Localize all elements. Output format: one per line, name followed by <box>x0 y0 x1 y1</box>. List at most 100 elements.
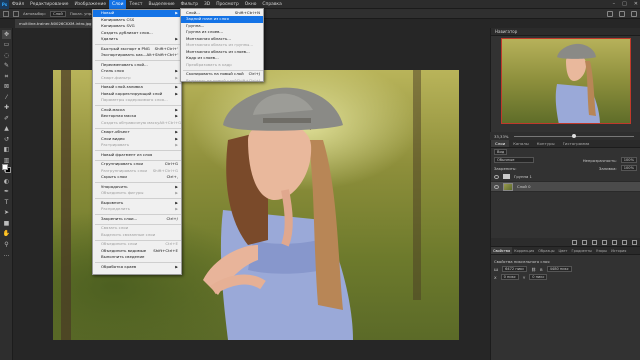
layer-row-layer0[interactable]: Слой 0 <box>491 182 640 192</box>
close-button[interactable]: ✕ <box>634 0 638 9</box>
menu-item-label: Скрыть слои <box>101 174 127 179</box>
tab-histogram[interactable]: Гистограмма <box>559 140 594 147</box>
tab-swatches[interactable]: Образцы <box>536 247 556 254</box>
layer-menu-item[interactable]: Скрыть слои Ctrl+, <box>93 174 181 181</box>
maximize-button[interactable]: □ <box>622 0 627 9</box>
navigator-thumbnail[interactable] <box>501 38 631 124</box>
menu-3[interactable]: Слои <box>109 0 127 9</box>
history-brush-tool-icon[interactable]: ↺ <box>2 135 11 144</box>
height-input[interactable]: 4480 пикс <box>546 266 572 272</box>
menu-item-label: Выделить связанные слои <box>101 231 156 237</box>
opacity-input[interactable]: 100% <box>620 157 637 163</box>
healing-brush-tool-icon[interactable]: ✚ <box>2 103 11 112</box>
visibility-eye-icon[interactable] <box>494 184 499 189</box>
crop-tool-icon[interactable]: ⌗ <box>2 72 11 81</box>
fill-input[interactable]: 100% <box>620 165 637 171</box>
foreground-color-swatch[interactable] <box>2 164 8 170</box>
menu-item-shortcut: Ctrl+, <box>166 174 178 179</box>
layer-menu-item[interactable]: Распределить ▶ <box>93 206 181 213</box>
layer-menu-item[interactable]: Смарт-фильтр ▶ <box>93 75 181 82</box>
layer-menu-item[interactable]: Создать обтравочную маску Alt+Ctrl+G <box>93 120 181 127</box>
shape-tool-icon[interactable]: ■ <box>2 219 11 228</box>
dodge-tool-icon[interactable]: ◐ <box>2 177 11 186</box>
share-icon[interactable] <box>631 11 637 17</box>
menu-item-label: Вырезать на новый слой <box>186 77 237 83</box>
blend-mode-select[interactable]: Обычные <box>494 157 534 163</box>
layer-thumbnail <box>503 182 513 191</box>
auto-select-checkbox[interactable]: Автовыбор: <box>23 11 46 16</box>
hand-tool-icon[interactable]: ✋ <box>2 229 11 238</box>
marquee-tool-icon[interactable]: ▭ <box>2 40 11 49</box>
layer-menu-item[interactable]: Экспортировать как... Alt+Shift+Ctrl+' <box>93 52 181 59</box>
menu-1[interactable]: Редактирование <box>27 0 71 9</box>
layer-menu-item[interactable]: Выполнить сведение <box>93 254 181 261</box>
y-input[interactable]: 0 пикс <box>529 274 548 280</box>
new-layer-icon[interactable] <box>622 239 627 245</box>
layer-menu-item[interactable]: Закрепить слои... Ctrl+/ <box>93 216 181 223</box>
layer-kind-filter[interactable]: Вид <box>494 149 508 155</box>
menu-5[interactable]: Выделение <box>145 0 177 9</box>
x-input[interactable]: 0 пикс <box>500 274 519 280</box>
layer-style-icon[interactable] <box>582 239 587 245</box>
auto-select-dropdown[interactable]: Слой <box>49 10 66 17</box>
layer-menu-item[interactable]: Объединить фигуры ▶ <box>93 190 181 197</box>
link-dimensions-icon[interactable]: ⛓ <box>531 267 536 272</box>
zoom-value[interactable]: 33,33% <box>494 134 508 139</box>
search-icon[interactable] <box>607 11 613 17</box>
layer-menu-dropdown: Новый ▶ Копировать CSS Копировать SVG Создат… <box>92 9 182 275</box>
move-tool-icon[interactable]: ✥ <box>2 29 11 39</box>
adjustment-layer-icon[interactable] <box>602 239 607 245</box>
new-group-icon[interactable] <box>612 239 617 245</box>
layer-menu-item[interactable]: Растрировать ▶ <box>93 142 181 149</box>
tab-properties[interactable]: Свойства <box>491 247 513 254</box>
menu-item-label: Растрировать <box>101 142 130 147</box>
move-tool-icon[interactable] <box>3 10 9 17</box>
layer-menu-item[interactable]: Параметры содержимого слоя... <box>93 97 181 104</box>
tab-color[interactable]: Цвет <box>557 247 570 254</box>
workspace-icon[interactable] <box>619 11 625 17</box>
menu-4[interactable]: Текст <box>126 0 145 9</box>
tab-patterns[interactable]: Узоры <box>594 247 609 254</box>
tab-paths[interactable]: Контуры <box>533 140 559 147</box>
path-select-tool-icon[interactable]: ➤ <box>2 208 11 217</box>
menu-2[interactable]: Изображение <box>71 0 109 9</box>
layer-menu-item[interactable]: Обработка краев ▶ <box>93 264 181 271</box>
submenu-arrow-icon: ▶ <box>175 264 178 269</box>
stamp-tool-icon[interactable]: ▲ <box>2 124 11 133</box>
more-tools-icon[interactable]: … <box>2 250 11 259</box>
lock-label: Закрепить: <box>494 165 517 171</box>
tab-adjustments[interactable]: Коррекция <box>512 247 536 254</box>
layer-row-group[interactable]: Группа 1 <box>491 172 640 182</box>
menu-item-label: Преобразовать в кадр <box>186 61 232 67</box>
link-layers-icon[interactable] <box>572 239 577 245</box>
submenu-arrow-icon: ▶ <box>175 207 178 211</box>
zoom-tool-icon[interactable]: ⚲ <box>2 240 11 249</box>
brush-tool-icon[interactable]: ✐ <box>2 114 11 123</box>
new-submenu-item[interactable]: Вырезать на новый слой Shift+Ctrl+J <box>181 78 263 85</box>
layer-name: Группа 1 <box>514 174 532 179</box>
minimize-button[interactable]: – <box>613 0 616 9</box>
layer-menu-item[interactable]: Удалить ▶ <box>93 36 181 43</box>
add-mask-icon[interactable] <box>592 239 597 245</box>
tab-history[interactable]: История <box>609 247 628 254</box>
width-input[interactable]: 6472 пикс <box>502 266 528 272</box>
lasso-tool-icon[interactable]: ◌ <box>2 51 11 60</box>
layer-menu-item[interactable]: Выделить связанные слои <box>93 232 181 239</box>
quick-select-tool-icon[interactable]: ✎ <box>2 61 11 70</box>
visibility-eye-icon[interactable] <box>494 174 499 179</box>
layer-menu-item[interactable]: Новый фрагмент из слоя <box>93 152 181 159</box>
pen-tool-icon[interactable]: ✒ <box>2 187 11 196</box>
new-submenu-item[interactable]: Преобразовать в кадр <box>181 62 263 69</box>
eyedropper-tool-icon[interactable]: ⁄ <box>2 93 11 102</box>
trash-icon[interactable] <box>632 239 637 245</box>
tool-preset-icon[interactable] <box>13 10 19 17</box>
tab-channels[interactable]: Каналы <box>509 140 533 147</box>
tab-layers[interactable]: Слои <box>491 140 510 147</box>
frame-tool-icon[interactable]: ⊠ <box>2 82 11 91</box>
zoom-slider[interactable] <box>514 133 635 138</box>
menu-0[interactable]: Файл <box>9 0 27 9</box>
layers-tab-row: Слои Каналы Контуры Гистограмма <box>491 140 640 148</box>
tab-gradients[interactable]: Градиенты <box>569 247 593 254</box>
eraser-tool-icon[interactable]: ◧ <box>2 145 11 154</box>
type-tool-icon[interactable]: T <box>2 198 11 207</box>
